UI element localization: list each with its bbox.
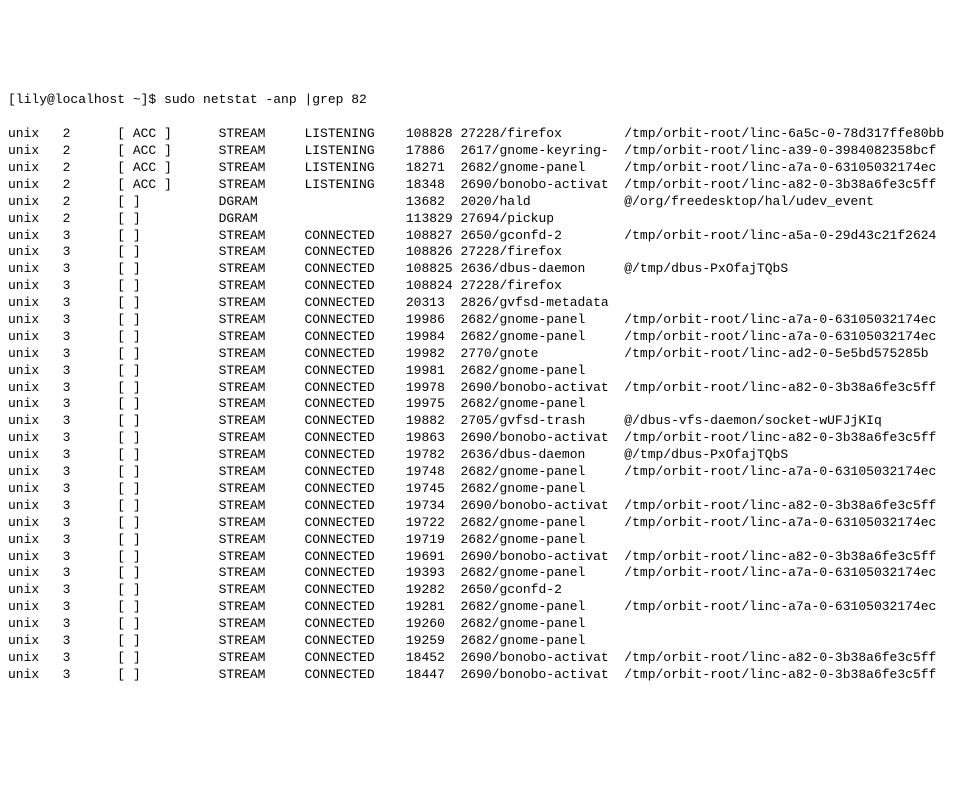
netstat-row: unix 3 [ ] STREAM CONNECTED 19863 2690/b… [8, 430, 971, 447]
netstat-row: unix 3 [ ] STREAM CONNECTED 19748 2682/g… [8, 464, 971, 481]
netstat-row: unix 3 [ ] STREAM CONNECTED 19281 2682/g… [8, 599, 971, 616]
netstat-row: unix 3 [ ] STREAM CONNECTED 18452 2690/b… [8, 650, 971, 667]
netstat-row: unix 2 [ ACC ] STREAM LISTENING 17886 26… [8, 143, 971, 160]
netstat-row: unix 3 [ ] STREAM CONNECTED 19981 2682/g… [8, 363, 971, 380]
netstat-row: unix 3 [ ] STREAM CONNECTED 19745 2682/g… [8, 481, 971, 498]
netstat-row: unix 3 [ ] STREAM CONNECTED 19722 2682/g… [8, 515, 971, 532]
netstat-row: unix 2 [ ] DGRAM 13682 2020/hald @/org/f… [8, 194, 971, 211]
command-prompt-line: [lily@localhost ~]$ sudo netstat -anp |g… [8, 92, 971, 109]
netstat-row: unix 2 [ ACC ] STREAM LISTENING 108828 2… [8, 126, 971, 143]
netstat-row: unix 2 [ ] DGRAM 113829 27694/pickup [8, 211, 971, 228]
netstat-row: unix 3 [ ] STREAM CONNECTED 20313 2826/g… [8, 295, 971, 312]
netstat-row: unix 3 [ ] STREAM CONNECTED 19719 2682/g… [8, 532, 971, 549]
netstat-row: unix 3 [ ] STREAM CONNECTED 19734 2690/b… [8, 498, 971, 515]
netstat-row: unix 3 [ ] STREAM CONNECTED 19259 2682/g… [8, 633, 971, 650]
netstat-row: unix 2 [ ACC ] STREAM LISTENING 18348 26… [8, 177, 971, 194]
netstat-row: unix 3 [ ] STREAM CONNECTED 108827 2650/… [8, 228, 971, 245]
netstat-row: unix 3 [ ] STREAM CONNECTED 19984 2682/g… [8, 329, 971, 346]
netstat-row: unix 3 [ ] STREAM CONNECTED 19393 2682/g… [8, 565, 971, 582]
netstat-row: unix 3 [ ] STREAM CONNECTED 108824 27228… [8, 278, 971, 295]
netstat-row: unix 3 [ ] STREAM CONNECTED 19978 2690/b… [8, 380, 971, 397]
netstat-row: unix 2 [ ACC ] STREAM LISTENING 18271 26… [8, 160, 971, 177]
netstat-row: unix 3 [ ] STREAM CONNECTED 19782 2636/d… [8, 447, 971, 464]
netstat-row: unix 3 [ ] STREAM CONNECTED 108825 2636/… [8, 261, 971, 278]
netstat-row: unix 3 [ ] STREAM CONNECTED 18447 2690/b… [8, 667, 971, 684]
netstat-row: unix 3 [ ] STREAM CONNECTED 19982 2770/g… [8, 346, 971, 363]
netstat-row: unix 3 [ ] STREAM CONNECTED 19882 2705/g… [8, 413, 971, 430]
netstat-row: unix 3 [ ] STREAM CONNECTED 19691 2690/b… [8, 549, 971, 566]
netstat-row: unix 3 [ ] STREAM CONNECTED 19260 2682/g… [8, 616, 971, 633]
netstat-row: unix 3 [ ] STREAM CONNECTED 19986 2682/g… [8, 312, 971, 329]
netstat-row: unix 3 [ ] STREAM CONNECTED 19975 2682/g… [8, 396, 971, 413]
netstat-row: unix 3 [ ] STREAM CONNECTED 108826 27228… [8, 244, 971, 261]
netstat-rows: unix 2 [ ACC ] STREAM LISTENING 108828 2… [8, 126, 971, 683]
terminal-output: [lily@localhost ~]$ sudo netstat -anp |g… [8, 76, 971, 701]
